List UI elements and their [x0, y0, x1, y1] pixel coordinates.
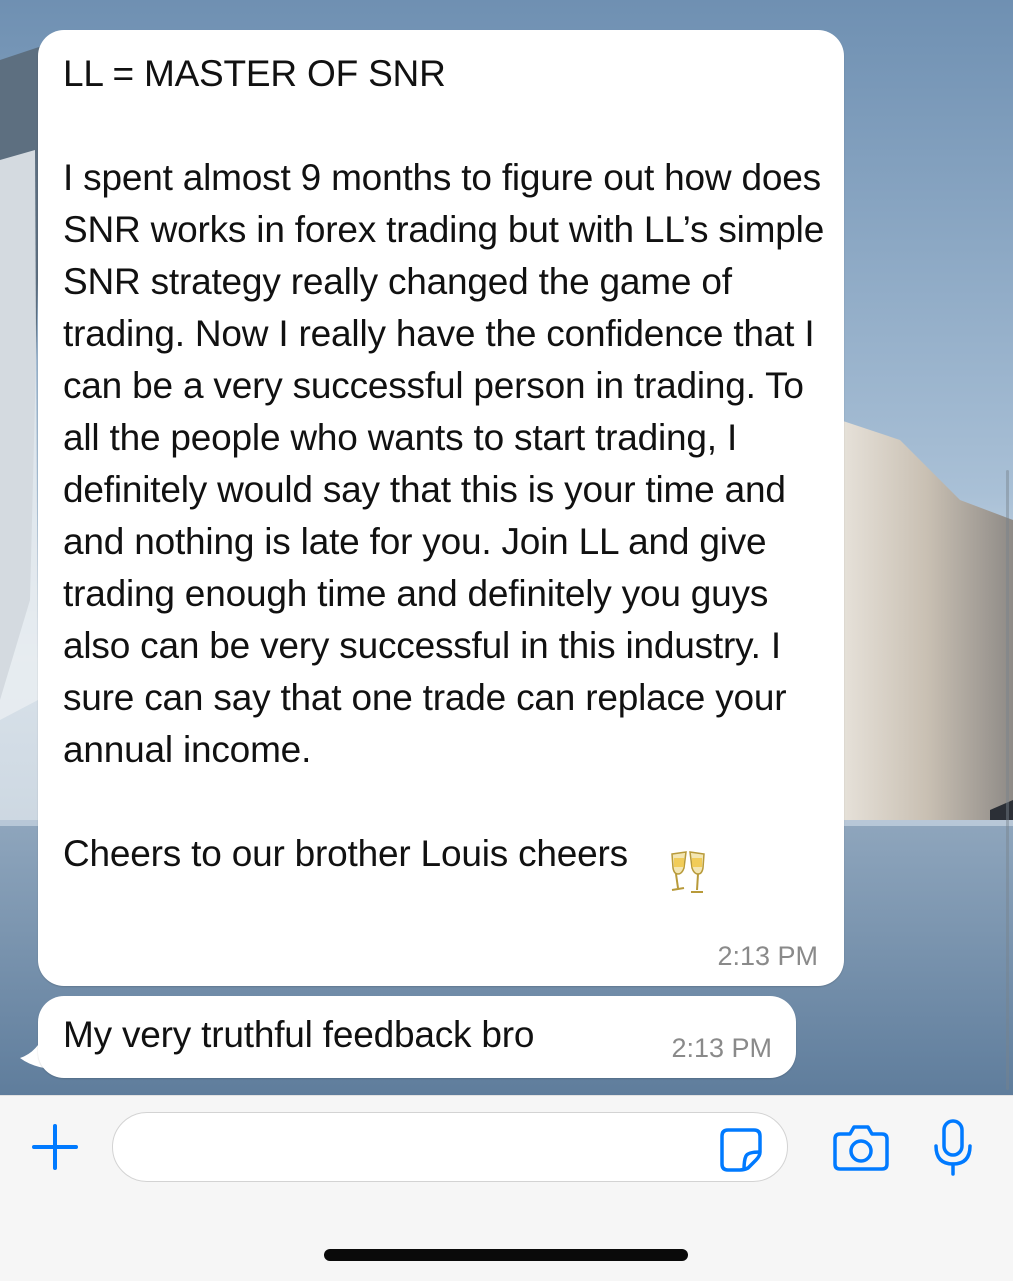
message-timestamp: 2:13 PM [717, 941, 818, 971]
message-text: My very truthful feedback bro [63, 1014, 535, 1055]
scroll-indicator[interactable] [1006, 470, 1009, 1090]
microphone-icon[interactable] [928, 1118, 978, 1178]
plus-icon[interactable] [30, 1122, 80, 1172]
home-indicator[interactable] [324, 1249, 688, 1261]
message-text: LL = MASTER OF SNR I spent almost 9 mont… [63, 53, 825, 874]
message-input[interactable] [112, 1112, 788, 1182]
sticker-icon[interactable] [718, 1126, 764, 1172]
clinking-glasses-icon [671, 851, 705, 893]
camera-icon[interactable] [832, 1122, 890, 1172]
message-bubble-incoming[interactable]: LL = MASTER OF SNR I spent almost 9 mont… [38, 30, 844, 986]
message-bubble-incoming[interactable]: My very truthful feedback bro 2:13 PM [38, 996, 796, 1078]
message-timestamp: 2:13 PM [671, 1033, 772, 1063]
